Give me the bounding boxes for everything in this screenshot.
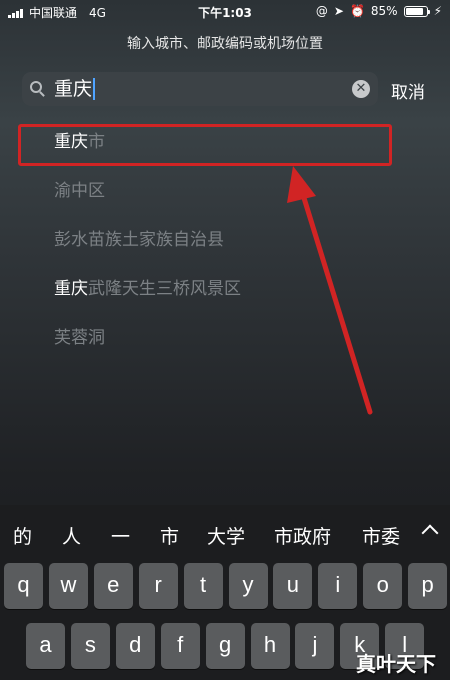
key-e[interactable]: e: [93, 563, 133, 609]
search-prompt: 输入城市、邮政编码或机场位置: [127, 36, 323, 52]
result-item[interactable]: 重庆武隆天生三桥风景区: [0, 265, 450, 314]
result-rest-text: 武隆天生三桥风景区: [88, 279, 241, 299]
key-y[interactable]: y: [228, 563, 268, 609]
key-h[interactable]: h: [250, 623, 290, 669]
clear-icon[interactable]: ✕: [352, 80, 370, 98]
suggestion-item[interactable]: 大学: [207, 522, 245, 549]
key-g[interactable]: g: [205, 623, 245, 669]
key-u[interactable]: u: [273, 563, 313, 609]
key-p[interactable]: p: [408, 563, 448, 609]
watermark: 真叶天下: [356, 652, 436, 676]
at-icon: @: [315, 4, 328, 18]
key-d[interactable]: d: [115, 623, 155, 669]
battery-icon: [403, 5, 430, 17]
battery-percent: 85%: [370, 4, 398, 18]
key-s[interactable]: s: [70, 623, 110, 669]
charging-icon: ⚡: [433, 4, 442, 18]
alarm-icon: ⏰: [349, 4, 365, 18]
search-icon: [30, 81, 42, 93]
annotation-highlight-box: [18, 124, 392, 166]
result-rest-text: 芙蓉洞: [54, 328, 105, 348]
key-i[interactable]: i: [318, 563, 358, 609]
status-bar: 中国联通 4G 下午1:03 @ ➤ ⏰ 85% ⚡: [0, 0, 450, 24]
search-field[interactable]: 重庆 ✕: [22, 72, 378, 106]
result-item[interactable]: 芙蓉洞: [0, 314, 450, 363]
search-input[interactable]: 重庆: [54, 78, 96, 100]
battery-fill: [405, 7, 423, 15]
suggestion-item[interactable]: 市: [160, 522, 179, 549]
key-w[interactable]: w: [48, 563, 88, 609]
search-query-text: 重庆: [54, 78, 93, 100]
cancel-button[interactable]: 取消: [391, 78, 425, 103]
key-o[interactable]: o: [363, 563, 403, 609]
text-caret: [93, 78, 96, 100]
key-j[interactable]: j: [295, 623, 335, 669]
result-match-text: 重庆: [54, 279, 88, 299]
suggestion-item[interactable]: 市政府: [274, 522, 331, 549]
suggestion-item[interactable]: 的: [13, 522, 32, 549]
suggestion-item[interactable]: 人: [62, 522, 81, 549]
key-t[interactable]: t: [183, 563, 223, 609]
key-a[interactable]: a: [26, 623, 65, 669]
key-f[interactable]: f: [160, 623, 200, 669]
result-item[interactable]: 彭水苗族土家族自治县: [0, 216, 450, 265]
status-right: @ ➤ ⏰ 85% ⚡: [316, 4, 442, 18]
result-item[interactable]: 渝中区: [0, 167, 450, 216]
suggestion-item[interactable]: 一: [111, 522, 130, 549]
key-r[interactable]: r: [138, 563, 178, 609]
suggestion-bar: 的 人 一 市 大学 市政府 市委: [0, 505, 450, 563]
location-icon: ➤: [333, 4, 344, 18]
result-rest-text: 彭水苗族土家族自治县: [54, 230, 224, 250]
key-q[interactable]: q: [4, 563, 43, 609]
suggestion-item[interactable]: 市委: [362, 522, 400, 549]
result-rest-text: 渝中区: [54, 181, 105, 201]
chevron-up-icon[interactable]: [421, 524, 439, 542]
